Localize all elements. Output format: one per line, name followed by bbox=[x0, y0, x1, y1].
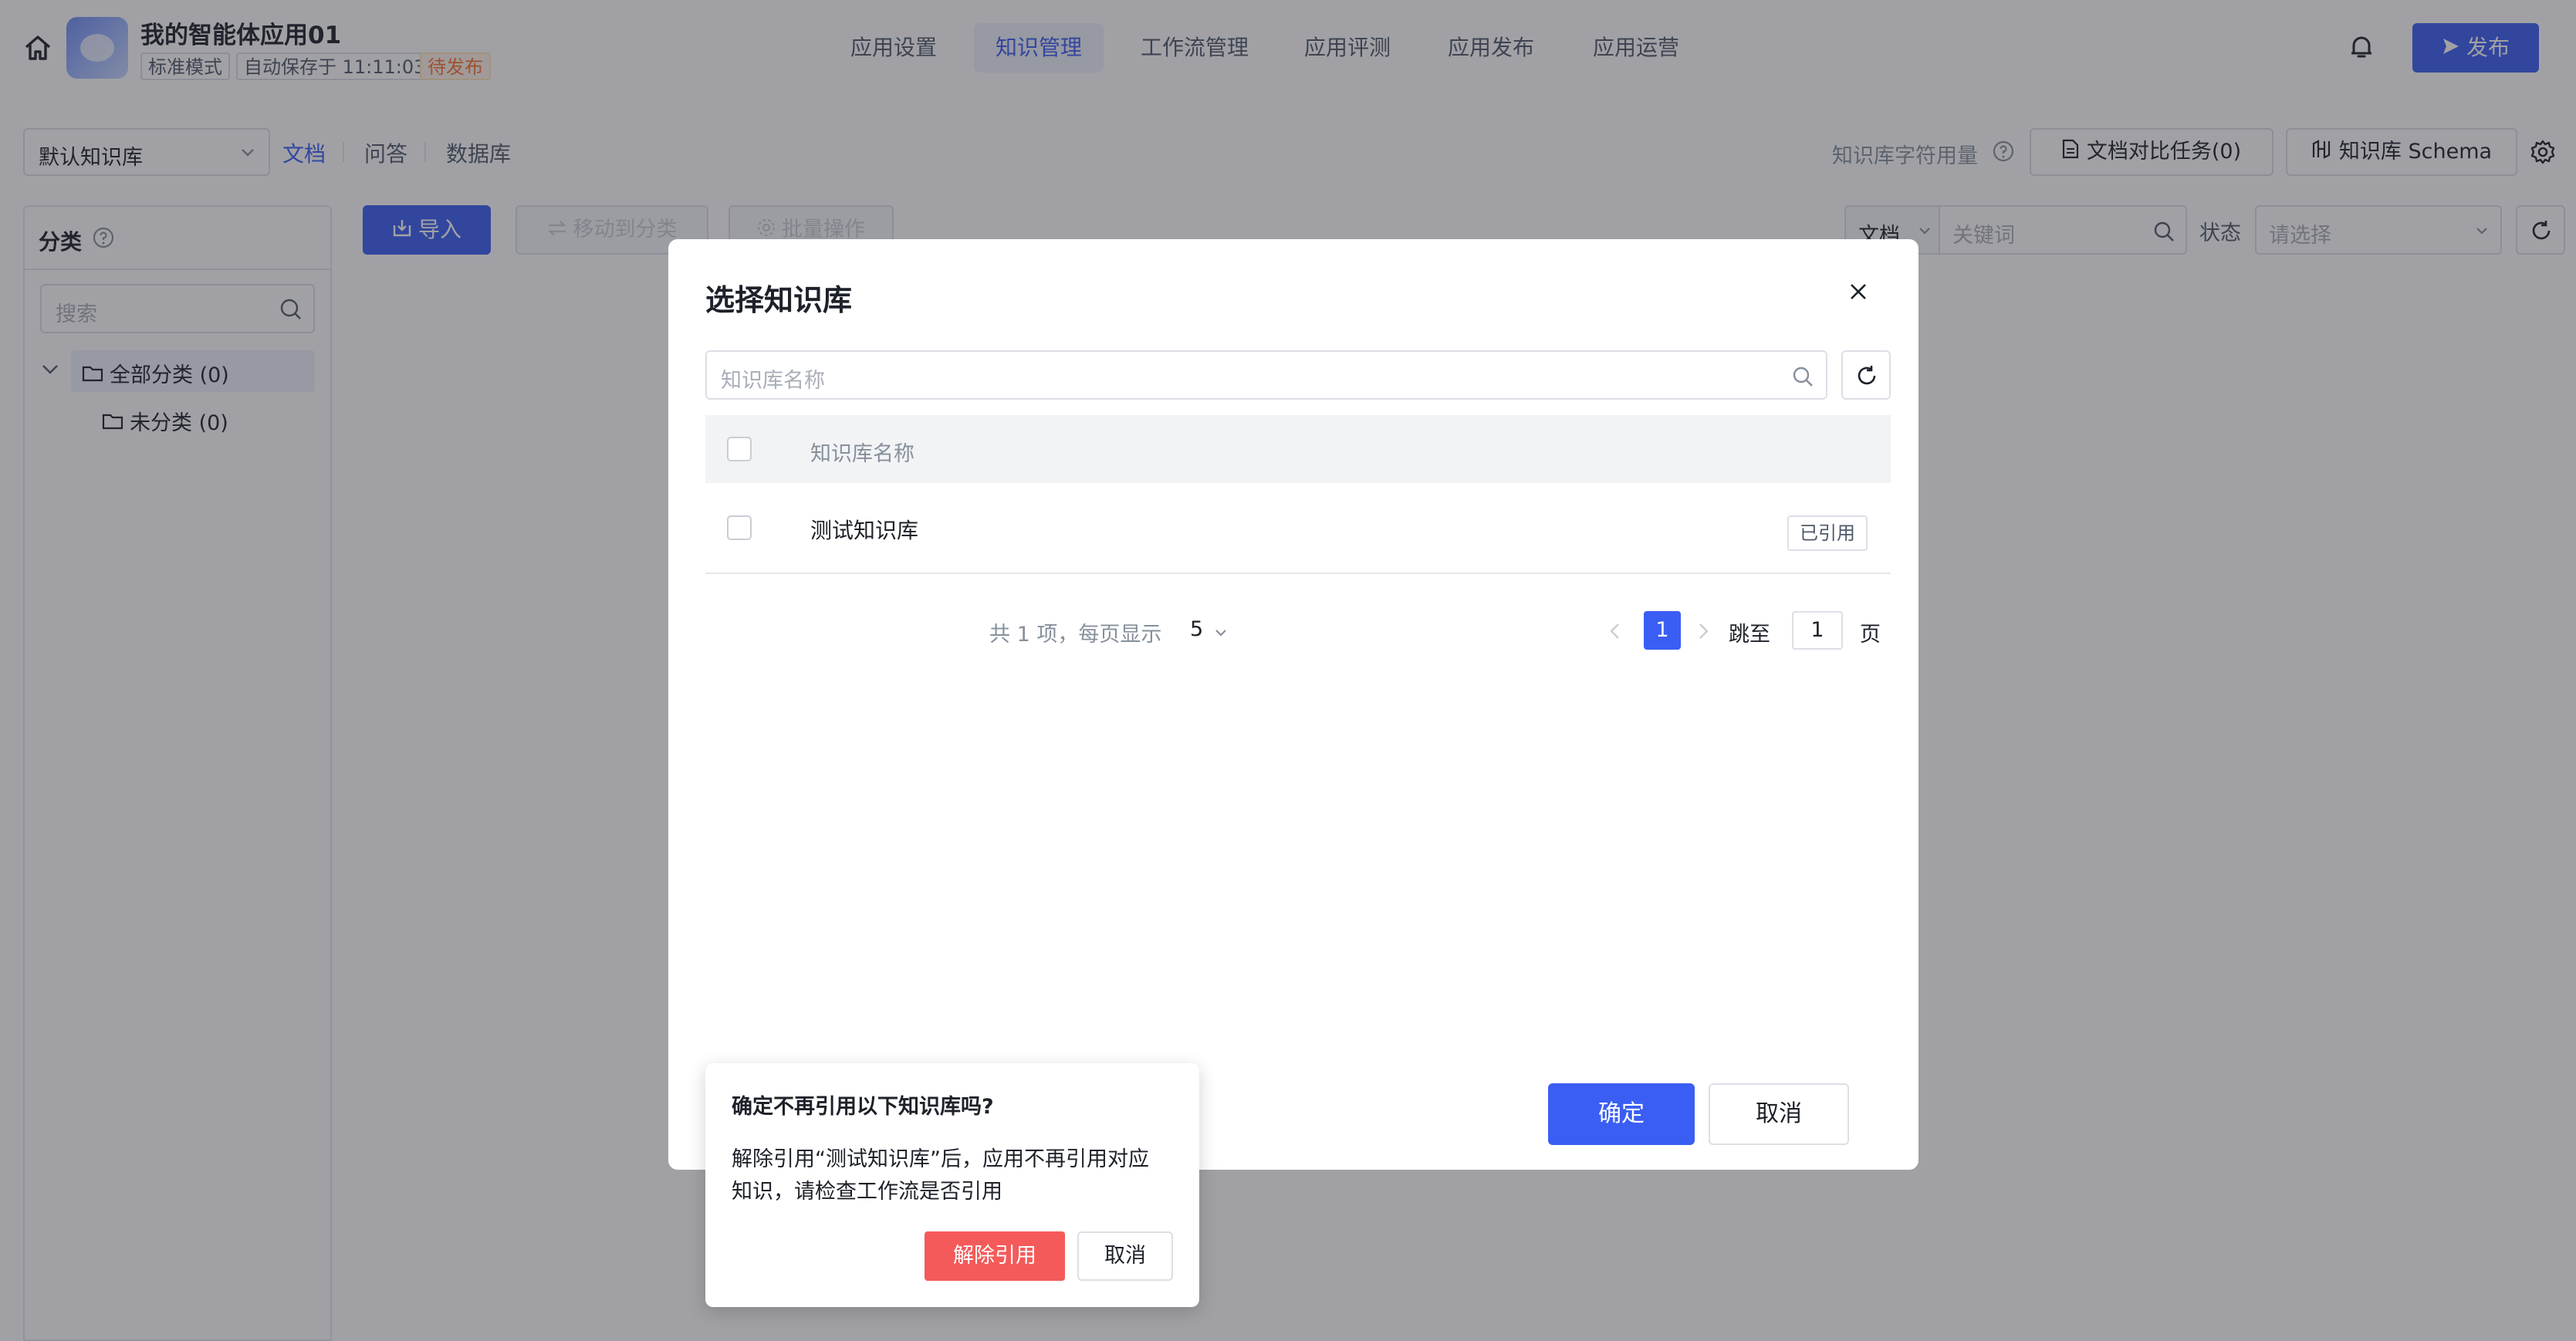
table-header: 知识库名称 bbox=[705, 415, 1891, 483]
popconfirm-message: 解除引用“测试知识库”后，应用不再引用对应 知识，请检查工作流是否引用 bbox=[732, 1147, 1149, 1204]
search-icon bbox=[1792, 366, 1814, 387]
popconfirm-title: 确定不再引用以下知识库吗? bbox=[732, 1095, 994, 1119]
row-kb-name: 测试知识库 bbox=[810, 518, 919, 543]
unreference-popconfirm: 确定不再引用以下知识库吗? 解除引用“测试知识库”后，应用不再引用对应 知识，请… bbox=[705, 1063, 1199, 1307]
popconfirm-cancel-button[interactable]: 取消 bbox=[1077, 1231, 1173, 1281]
referenced-badge: 已引用 bbox=[1787, 515, 1868, 551]
app-root: 我的智能体应用01 标准模式 自动保存于 11:11:03 待发布 应用设置 知… bbox=[0, 0, 2576, 1341]
page-1-button[interactable]: 1 bbox=[1644, 611, 1681, 650]
select-all-checkbox[interactable] bbox=[727, 437, 752, 461]
column-header-name: 知识库名称 bbox=[810, 442, 914, 466]
chevron-down-icon bbox=[1215, 618, 1227, 642]
modal-refresh-button[interactable] bbox=[1841, 350, 1891, 400]
unreference-button[interactable]: 解除引用 bbox=[925, 1231, 1065, 1281]
jump-page-input[interactable]: 1 bbox=[1792, 611, 1843, 650]
pagination-total: 共 1 项，每页显示 bbox=[989, 623, 1162, 647]
confirm-button[interactable]: 确定 bbox=[1548, 1083, 1695, 1145]
select-knowledge-base-modal: 选择知识库 知识库名称 知识库名称 测试知识库 已引用 共 1 项，每页显示 5… bbox=[668, 239, 1918, 1170]
prev-page-icon[interactable] bbox=[1608, 622, 1621, 640]
table-row[interactable]: 测试知识库 已引用 bbox=[705, 483, 1891, 574]
jump-label: 跳至 bbox=[1729, 623, 1770, 647]
row-checkbox[interactable] bbox=[727, 515, 752, 540]
next-page-icon[interactable] bbox=[1698, 622, 1710, 640]
refresh-icon bbox=[1855, 364, 1878, 387]
cancel-button[interactable]: 取消 bbox=[1709, 1083, 1849, 1145]
close-icon[interactable] bbox=[1847, 281, 1869, 302]
page-size-select[interactable]: 5 bbox=[1190, 617, 1227, 642]
page-suffix: 页 bbox=[1860, 623, 1881, 647]
modal-title: 选择知识库 bbox=[705, 283, 853, 317]
modal-search-input[interactable]: 知识库名称 bbox=[705, 350, 1827, 400]
